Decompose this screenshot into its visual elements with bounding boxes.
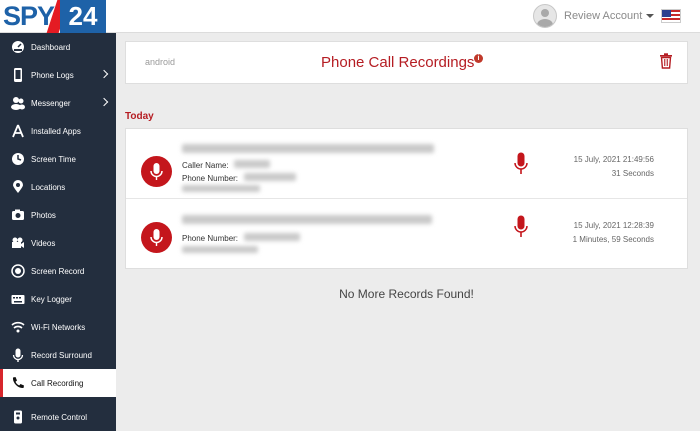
- avatar: [533, 4, 557, 28]
- trash-icon[interactable]: [659, 53, 673, 69]
- blurred-text: [244, 173, 296, 181]
- sidebar-item-label: Phone Logs: [31, 70, 74, 80]
- phone-icon: [11, 68, 25, 82]
- camera-icon: [11, 208, 25, 222]
- chevron-down-icon: [646, 14, 655, 18]
- sidebar-item-label: Locations: [31, 182, 66, 192]
- wifi-icon: [11, 320, 25, 334]
- phone-handset-icon: [11, 376, 25, 390]
- record-icon: [11, 264, 25, 278]
- recordings-list: Caller Name: Phone Number: 15 July, 2021…: [125, 128, 688, 269]
- record-timestamp: 15 July, 2021 21:49:56: [573, 155, 654, 164]
- no-more-records-message: No More Records Found!: [339, 287, 474, 301]
- chevron-right-icon: [99, 97, 109, 107]
- sidebar-item-locations[interactable]: Locations: [0, 173, 116, 201]
- us-flag-icon[interactable]: [661, 9, 681, 23]
- video-camera-icon: [11, 236, 25, 250]
- blurred-text: [182, 246, 258, 253]
- sidebar-item-wifi-networks[interactable]: Wi-Fi Networks: [0, 313, 116, 341]
- clock-icon: [11, 152, 25, 166]
- info-icon[interactable]: i: [474, 54, 483, 63]
- section-label-today: Today: [125, 111, 154, 122]
- sidebar-item-label: Record Surround: [31, 350, 92, 360]
- blurred-text: [182, 215, 432, 224]
- remote-control-icon: [11, 410, 25, 424]
- list-item[interactable]: Caller Name: Phone Number: 15 July, 2021…: [126, 129, 687, 199]
- sidebar-item-label: Messenger: [31, 98, 71, 108]
- messenger-icon: [11, 96, 25, 110]
- dashboard-icon: [11, 40, 25, 54]
- sidebar-item-key-logger[interactable]: Key Logger: [0, 285, 116, 313]
- sidebar-item-label: Key Logger: [31, 294, 72, 304]
- record-duration: 31 Seconds: [611, 169, 654, 178]
- sidebar-item-call-recording[interactable]: Call Recording: [0, 369, 116, 397]
- microphone-icon: [141, 222, 172, 253]
- blurred-text: [244, 233, 300, 241]
- apps-icon: [11, 124, 25, 138]
- phone-number-label: Phone Number:: [182, 174, 239, 183]
- sidebar-item-dashboard[interactable]: Dashboard: [0, 33, 116, 61]
- sidebar-item-photos[interactable]: Photos: [0, 201, 116, 229]
- logo-text-left: SPY: [3, 1, 55, 31]
- sidebar-item-screen-time[interactable]: Screen Time: [0, 145, 116, 173]
- location-pin-icon: [11, 180, 25, 194]
- sidebar-item-record-surround[interactable]: Record Surround: [0, 341, 116, 369]
- sidebar: Dashboard Phone Logs Messenger Installed…: [0, 33, 116, 431]
- sidebar-item-label: Dashboard: [31, 42, 71, 52]
- spy24-logo[interactable]: SPY 24: [0, 0, 106, 33]
- blurred-text: [182, 185, 260, 192]
- top-bar: SPY 24 Review Account: [0, 0, 700, 33]
- sidebar-item-remote-control[interactable]: Remote Control: [0, 403, 116, 431]
- blurred-text: [234, 160, 270, 168]
- microphone-icon: [11, 348, 25, 362]
- sidebar-item-phone-logs[interactable]: Phone Logs: [0, 61, 116, 89]
- list-item[interactable]: Phone Number: 15 July, 2021 12:28:39 1 M…: [126, 199, 687, 269]
- sidebar-item-label: Screen Time: [31, 154, 76, 164]
- microphone-icon[interactable]: [514, 215, 528, 239]
- sidebar-item-label: Installed Apps: [31, 126, 81, 136]
- sidebar-item-screen-record[interactable]: Screen Record: [0, 257, 116, 285]
- sidebar-item-installed-apps[interactable]: Installed Apps: [0, 117, 116, 145]
- chevron-right-icon: [99, 69, 109, 79]
- microphone-icon: [141, 156, 172, 187]
- sidebar-item-videos[interactable]: Videos: [0, 229, 116, 257]
- record-timestamp: 15 July, 2021 12:28:39: [573, 221, 654, 230]
- phone-number-label: Phone Number:: [182, 234, 239, 243]
- sidebar-item-label: Photos: [31, 210, 56, 220]
- page-header-card: android Phone Call Recordings i: [125, 41, 688, 84]
- account-label: Review Account: [564, 10, 643, 22]
- keyboard-icon: [11, 292, 25, 306]
- sidebar-item-label: Wi-Fi Networks: [31, 322, 86, 332]
- caller-name-label: Caller Name:: [182, 161, 229, 170]
- microphone-icon[interactable]: [514, 152, 528, 176]
- sidebar-item-messenger[interactable]: Messenger: [0, 89, 116, 117]
- page-title: Phone Call Recordings: [321, 54, 475, 71]
- sidebar-item-label: Videos: [31, 238, 56, 248]
- record-duration: 1 Minutes, 59 Seconds: [572, 235, 654, 244]
- blurred-text: [182, 144, 434, 153]
- device-label: android: [145, 57, 176, 67]
- account-menu[interactable]: Review Account: [533, 4, 655, 28]
- sidebar-item-label: Call Recording: [31, 378, 84, 388]
- logo-text-right: 24: [60, 0, 106, 33]
- sidebar-item-label: Screen Record: [31, 266, 85, 276]
- sidebar-item-label: Remote Control: [31, 412, 88, 422]
